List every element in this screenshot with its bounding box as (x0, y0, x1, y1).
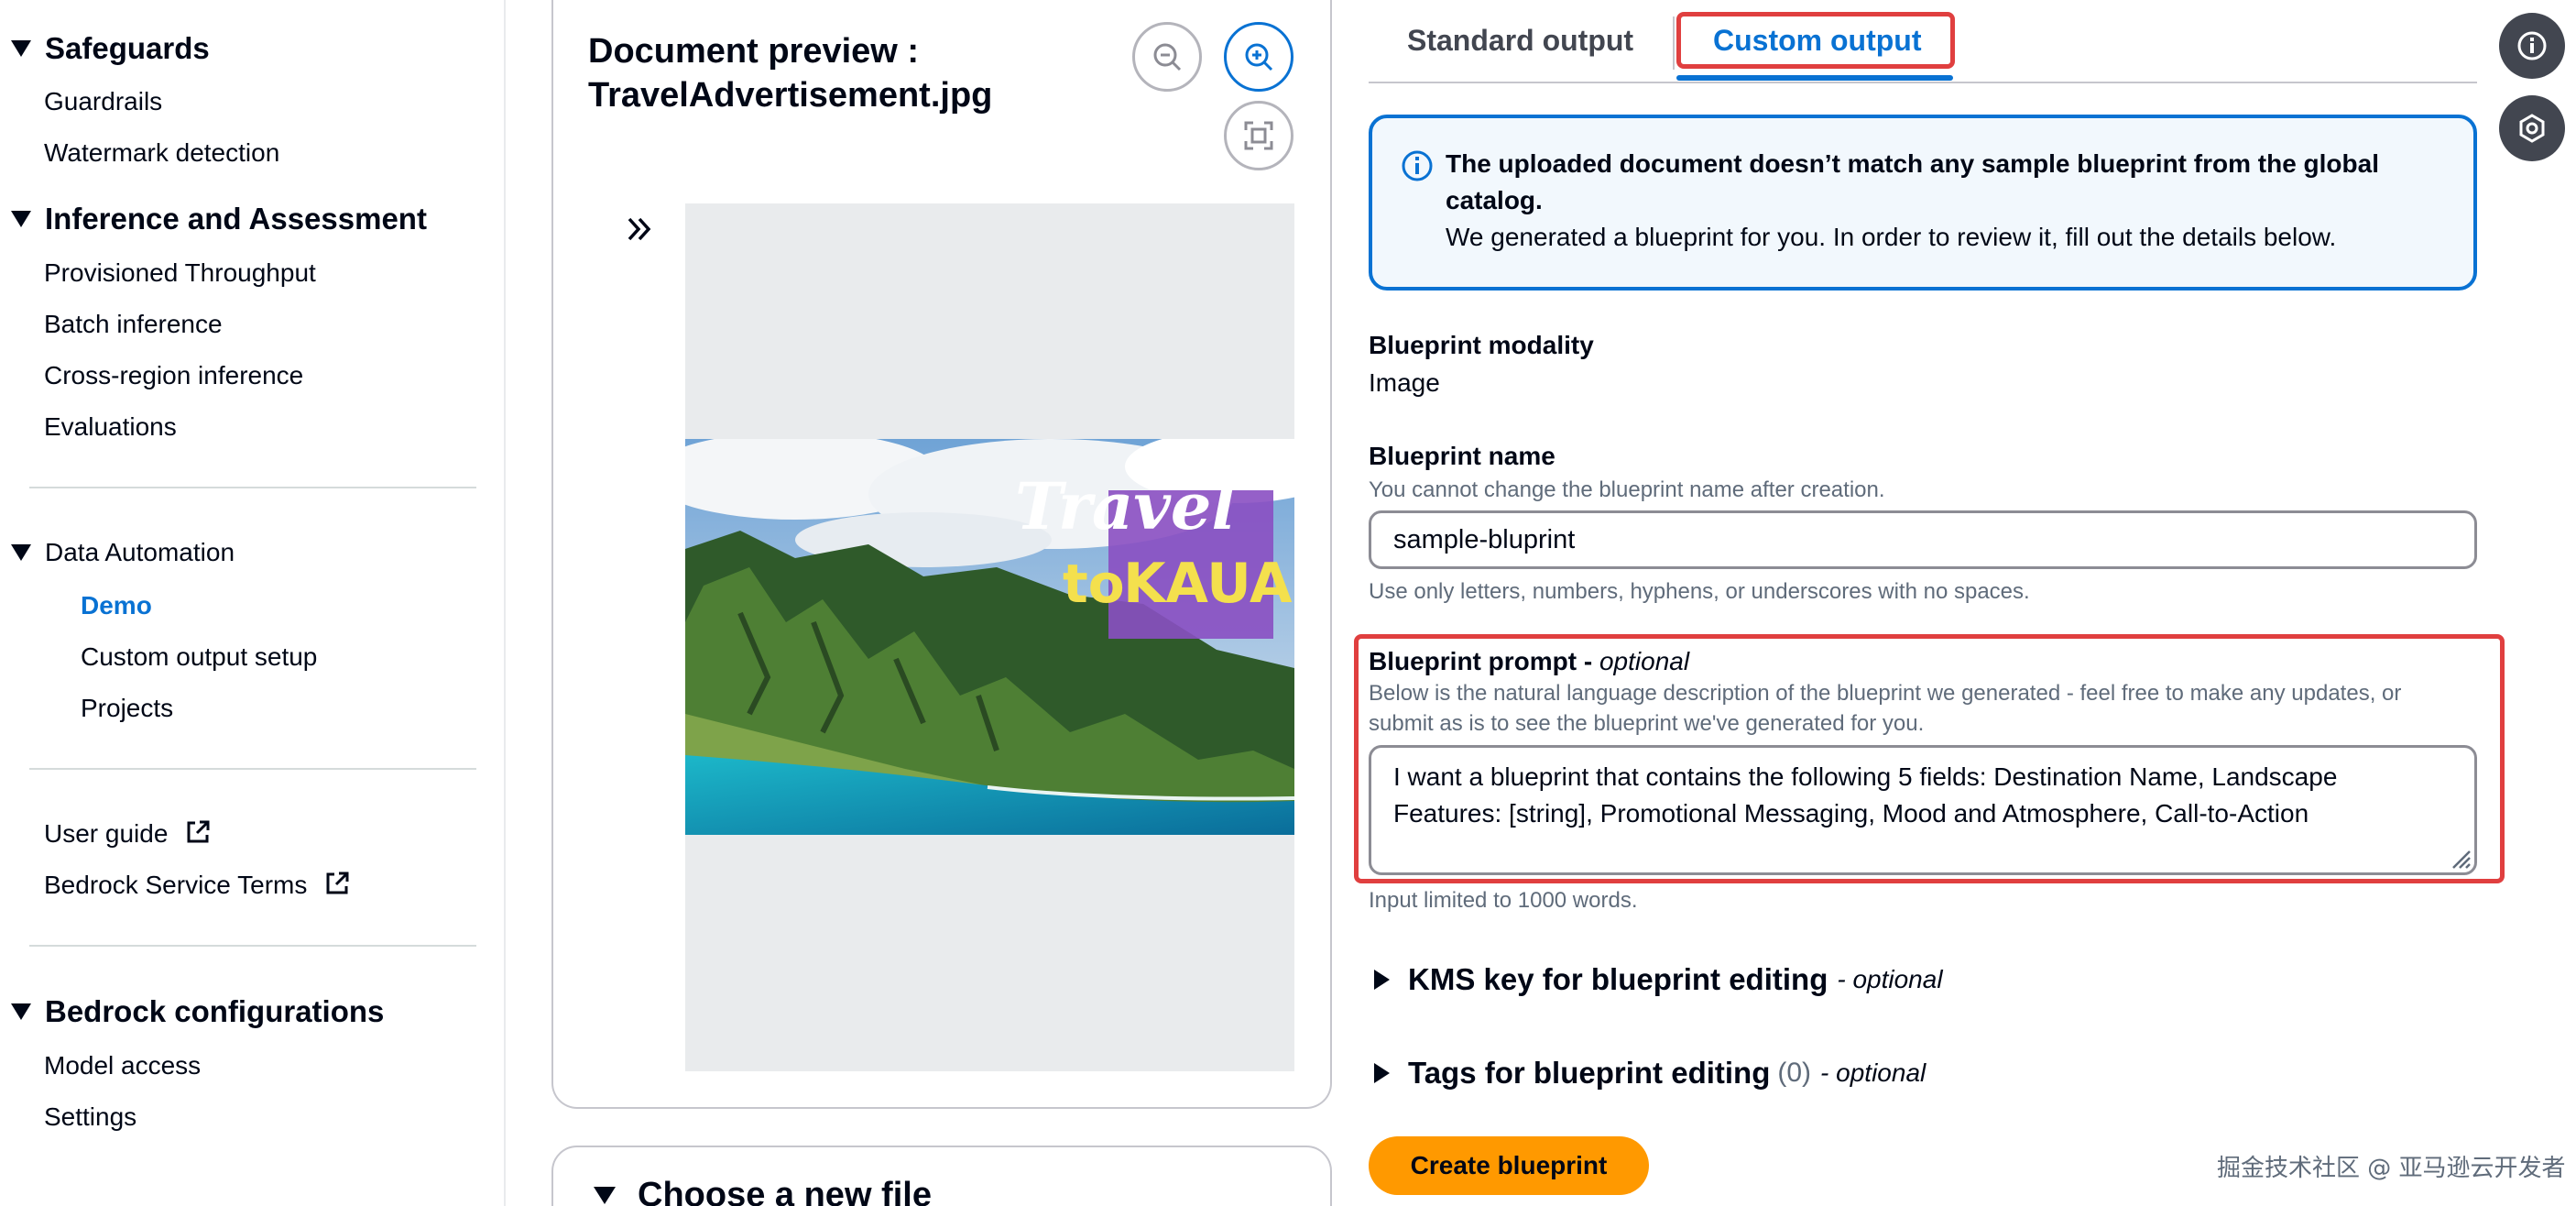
kms-key-expander[interactable]: KMS key for blueprint editing - optional (1374, 962, 1943, 997)
choose-file-toggle[interactable]: Choose a new file (594, 1176, 932, 1206)
sidebar-item-provisioned-throughput[interactable]: Provisioned Throughput (44, 258, 316, 288)
external-link-icon (326, 872, 349, 894)
kms-key-label: KMS key for blueprint editing (1408, 962, 1828, 996)
caret-down-icon (11, 40, 31, 57)
zoom-in-button[interactable] (1224, 22, 1293, 92)
info-panel-button[interactable] (2499, 13, 2565, 79)
image-text-to: to (1063, 553, 1125, 615)
sidebar-section-title: Inference and Assessment (45, 202, 427, 236)
sidebar-link-service-terms[interactable]: Bedrock Service Terms (44, 870, 351, 900)
fit-to-screen-icon (1244, 121, 1273, 150)
alert-body: We generated a blueprint for you. In ord… (1446, 223, 2337, 251)
sidebar-item-model-access[interactable]: Model access (44, 1051, 201, 1080)
link-label: User guide (44, 819, 169, 848)
blueprint-prompt-hint: Input limited to 1000 words. (1369, 888, 1638, 913)
tabs-divider (1369, 82, 2477, 83)
blueprint-name-hint: Use only letters, numbers, hyphens, or u… (1369, 579, 2030, 604)
travel-advertisement-image: Travel to KAUAI (685, 439, 1294, 835)
sidebar-item-evaluations[interactable]: Evaluations (44, 412, 177, 442)
tags-expander[interactable]: Tags for blueprint editing (0) - optiona… (1374, 1056, 1926, 1091)
document-preview-title: Document preview : TravelAdvertisement.j… (588, 32, 993, 115)
sidebar-item-guardrails[interactable]: Guardrails (44, 87, 162, 116)
double-chevron-right-icon (628, 217, 651, 241)
zoom-in-icon (1245, 43, 1273, 71)
sidebar-section-title: Data Automation (45, 538, 235, 566)
sidebar-divider (29, 487, 476, 488)
sidebar-section-data-automation[interactable]: Data Automation (11, 538, 235, 567)
expand-panel-button[interactable] (623, 213, 656, 246)
sidebar-section-inference[interactable]: Inference and Assessment (11, 202, 427, 236)
optional-tag: - optional (1820, 1058, 1927, 1087)
sidebar-item-projects[interactable]: Projects (81, 694, 173, 723)
caret-right-icon (1374, 1063, 1390, 1083)
sidebar-link-user-guide[interactable]: User guide (44, 818, 212, 849)
caret-down-icon (594, 1187, 616, 1204)
sidebar-section-bedrock-configurations[interactable]: Bedrock configurations (11, 994, 384, 1029)
caret-right-icon (1374, 970, 1390, 990)
caret-down-icon (11, 544, 31, 561)
help-panel-button[interactable] (2499, 95, 2565, 161)
caret-down-icon (11, 1003, 31, 1020)
sidebar-item-settings[interactable]: Settings (44, 1102, 136, 1132)
sidebar-section-title: Safeguards (45, 31, 210, 65)
annotation-highlight-tab (1676, 12, 1955, 69)
info-icon (1402, 150, 1433, 181)
sidebar-item-custom-output-setup[interactable]: Custom output setup (81, 642, 317, 672)
alert-message: The uploaded document doesn’t match any … (1446, 146, 2453, 256)
sidebar-section-safeguards[interactable]: Safeguards (11, 31, 210, 66)
sidebar-item-demo[interactable]: Demo (81, 591, 152, 620)
sidebar: Safeguards Guardrails Watermark detectio… (0, 0, 506, 1206)
image-text-kauai: KAUAI (1123, 552, 1294, 616)
zoom-out-icon (1153, 43, 1182, 71)
blueprint-name-label: Blueprint name (1369, 442, 1555, 470)
tags-count: (0) (1777, 1058, 1812, 1088)
sidebar-divider (29, 768, 476, 770)
image-text-travel: Travel (1015, 468, 1236, 544)
sidebar-item-cross-region-inference[interactable]: Cross-region inference (44, 361, 303, 390)
link-label: Bedrock Service Terms (44, 871, 308, 899)
sidebar-item-watermark-detection[interactable]: Watermark detection (44, 138, 279, 168)
optional-tag: - optional (1837, 965, 1943, 993)
annotation-highlight-prompt (1354, 634, 2505, 883)
sidebar-divider (29, 945, 476, 947)
alert-title: The uploaded document doesn’t match any … (1446, 149, 2379, 214)
blueprint-modality-label: Blueprint modality (1369, 331, 1594, 359)
blueprint-name-description: You cannot change the blueprint name aft… (1369, 477, 1885, 502)
blueprint-name-input[interactable] (1369, 510, 2477, 569)
choose-file-title: Choose a new file (638, 1176, 932, 1206)
create-blueprint-button[interactable]: Create blueprint (1369, 1136, 1649, 1195)
blueprint-modality-value: Image (1369, 368, 1440, 397)
info-icon (2517, 31, 2547, 60)
active-tab-indicator (1676, 75, 1953, 81)
external-link-icon (187, 820, 210, 843)
zoom-out-button[interactable] (1132, 22, 1202, 92)
document-image: Travel to KAUAI (685, 439, 1294, 835)
caret-down-icon (11, 211, 31, 227)
fit-to-screen-button[interactable] (1224, 101, 1293, 170)
help-panel-icon (2519, 114, 2545, 143)
sidebar-section-title: Bedrock configurations (45, 994, 385, 1028)
watermark-text: 掘金技术社区 @ 亚马逊云开发者 (2217, 1155, 2566, 1182)
tab-standard-output[interactable]: Standard output (1407, 24, 1633, 58)
tags-label: Tags for blueprint editing (1408, 1056, 1771, 1090)
tab-separator (1673, 16, 1675, 70)
sidebar-item-batch-inference[interactable]: Batch inference (44, 310, 223, 339)
